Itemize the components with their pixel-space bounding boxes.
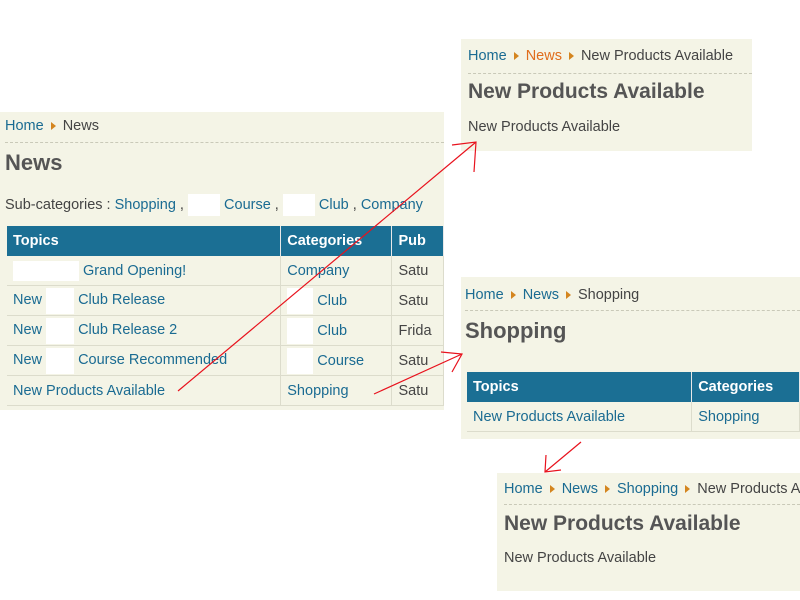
divider: [504, 504, 800, 505]
breadcrumb-separator-icon: [565, 290, 571, 299]
news-page-panel: Home News News Sub-categories : Shopping …: [0, 112, 444, 410]
breadcrumb-current: Shopping: [577, 287, 640, 303]
redacted-block: [282, 194, 315, 216]
topic-cell: New Products Available: [467, 402, 693, 432]
divider: [465, 310, 800, 311]
redacted-block: [287, 287, 314, 314]
topics-table: Topics Categories New Products Available…: [467, 372, 800, 432]
date-cell: Satu: [391, 285, 444, 316]
redacted-block: [13, 260, 79, 281]
redacted-block: [46, 287, 75, 314]
category-cell: Shopping: [280, 375, 393, 406]
subcategory-link-course[interactable]: Course: [224, 197, 271, 213]
subcategory-link-club[interactable]: Club: [319, 197, 349, 213]
column-header-categories[interactable]: Categories: [280, 226, 393, 256]
breadcrumb-home-link[interactable]: Home: [5, 118, 44, 134]
column-header-categories[interactable]: Categories: [691, 372, 800, 402]
column-header-topics[interactable]: Topics: [7, 226, 282, 256]
page-title: News: [5, 150, 63, 175]
breadcrumb-separator-icon: [549, 484, 555, 493]
breadcrumb-news-link[interactable]: News: [526, 48, 562, 64]
breadcrumb-separator-icon: [513, 51, 519, 60]
table-row: New Club Release 2 Club Frida: [7, 315, 444, 346]
divider: [5, 142, 444, 143]
redacted-block: [46, 317, 75, 344]
shopping-page-panel: Home News Shopping Shopping Topics Categor…: [461, 277, 800, 439]
breadcrumb-home-link[interactable]: Home: [468, 48, 507, 64]
article-body: New Products Available: [468, 119, 621, 135]
redacted-block: [287, 317, 314, 344]
table-row: New Products Available Shopping: [467, 402, 800, 432]
article-body: New Products Available: [504, 550, 657, 566]
breadcrumb-current: New Products A: [697, 481, 800, 497]
redacted-block: [287, 347, 314, 374]
table-row: New Course Recommended Course Satu: [7, 345, 444, 376]
arrow-to-article-2: [544, 441, 582, 473]
subcategory-link-shopping[interactable]: Shopping: [115, 197, 176, 213]
category-cell: Course: [280, 345, 393, 376]
breadcrumb-current: New Products Available: [580, 48, 734, 64]
breadcrumb-separator-icon: [568, 51, 574, 60]
topic-link[interactable]: Grand Opening!: [83, 262, 186, 278]
column-header-published[interactable]: Pub: [391, 226, 444, 256]
topic-cell: New Products Available: [7, 375, 282, 406]
arrowhead-icon: [440, 351, 463, 373]
category-link[interactable]: Course: [317, 352, 364, 368]
category-cell: Shopping: [691, 402, 800, 432]
date-cell: Satu: [391, 256, 444, 286]
article-page-panel-2: Home News Shopping New Products A New Produ…: [497, 473, 800, 591]
subcategories-label: Sub-categories :: [5, 196, 111, 213]
topic-link[interactable]: New Club Release 2: [13, 317, 177, 344]
date-cell: Frida: [391, 315, 444, 346]
breadcrumb: Home News Shopping New Products A: [504, 481, 800, 497]
date-cell: Satu: [391, 345, 444, 376]
breadcrumb: Home News: [5, 118, 99, 134]
category-link[interactable]: Shopping: [698, 409, 759, 425]
category-link[interactable]: Club: [317, 322, 347, 338]
redacted-block: [188, 194, 220, 216]
column-header-topics[interactable]: Topics: [467, 372, 693, 402]
category-link[interactable]: Shopping: [287, 383, 348, 399]
breadcrumb-separator-icon: [604, 484, 610, 493]
category-cell: Company: [280, 256, 393, 286]
subcategory-link-company[interactable]: Company: [361, 197, 423, 213]
breadcrumb-shopping-link[interactable]: Shopping: [617, 481, 678, 497]
topic-cell: New Club Release: [7, 285, 282, 316]
breadcrumb: Home News New Products Available: [468, 48, 733, 64]
page-title: Shopping: [465, 318, 567, 343]
breadcrumb-separator-icon: [50, 121, 56, 130]
topic-link[interactable]: New Course Recommended: [13, 347, 227, 374]
arrowhead-icon: [544, 454, 562, 473]
category-cell: Club: [280, 285, 393, 316]
category-link[interactable]: Club: [317, 292, 347, 308]
breadcrumb-home-link[interactable]: Home: [465, 287, 504, 303]
topic-cell: New Club Release 2: [7, 315, 282, 346]
breadcrumb: Home News Shopping: [465, 287, 639, 303]
breadcrumb-news-link[interactable]: News: [523, 287, 559, 303]
article-page-panel: Home News New Products Available New Produ…: [461, 39, 752, 151]
topic-link[interactable]: New Products Available: [13, 383, 165, 399]
page-title: New Products Available: [504, 512, 741, 535]
category-cell: Club: [280, 315, 393, 346]
divider: [468, 73, 752, 74]
breadcrumb-separator-icon: [510, 290, 516, 299]
table-row: New Club Release Club Satu: [7, 285, 444, 316]
breadcrumb-news-link[interactable]: News: [562, 481, 598, 497]
topic-link[interactable]: New Club Release: [13, 287, 165, 314]
breadcrumb-home-link[interactable]: Home: [504, 481, 543, 497]
subcategories-bar: Sub-categories : Shopping , Course , Clu…: [5, 194, 423, 216]
table-row: New Products Available Shopping Satu: [7, 375, 444, 406]
topic-cell: New Course Recommended: [7, 345, 282, 376]
topic-link[interactable]: New Products Available: [473, 409, 625, 425]
table-row: Grand Opening! Company Satu: [7, 256, 444, 286]
date-cell: Satu: [391, 375, 444, 406]
topics-table: Topics Categories Pub Grand Opening! Com…: [7, 226, 444, 406]
category-link[interactable]: Company: [287, 263, 349, 279]
breadcrumb-separator-icon: [685, 484, 691, 493]
page-title: New Products Available: [468, 80, 705, 103]
redacted-block: [46, 347, 75, 374]
breadcrumb-current: News: [62, 118, 99, 134]
topic-cell: Grand Opening!: [7, 256, 282, 286]
